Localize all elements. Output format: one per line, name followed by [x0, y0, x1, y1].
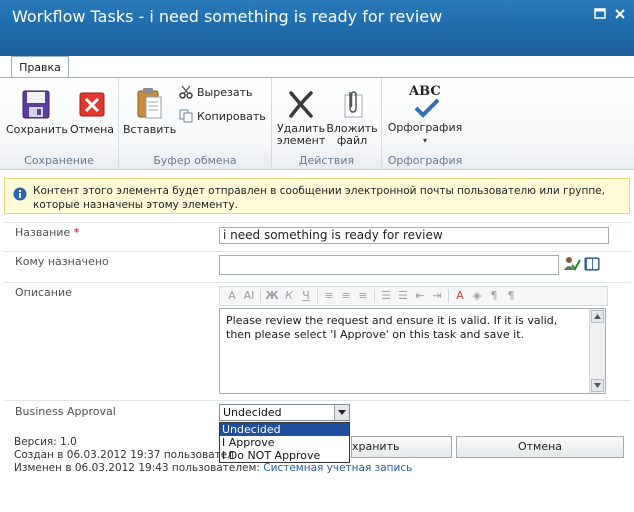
bold-icon[interactable]: Ж — [264, 288, 280, 304]
background-color-icon[interactable]: ◈ — [469, 288, 485, 304]
bulleted-list-icon[interactable]: ☰ — [395, 288, 411, 304]
info-icon — [13, 187, 27, 201]
ribbon: Сохранить Отмена Сохранение Вставить Выр… — [0, 77, 634, 170]
spelling-label: Орфография — [387, 121, 463, 134]
underline-icon[interactable]: Ч — [298, 288, 314, 304]
info-bar: Контент этого элемента будет отправлен в… — [4, 178, 630, 214]
toolbar-separator — [374, 289, 375, 303]
cut-button[interactable]: Вырезать — [179, 85, 252, 99]
save-form-button[interactable]: хранить — [351, 436, 452, 458]
cancel-label: Отмена — [69, 123, 115, 136]
assigned-to-input[interactable] — [219, 255, 559, 275]
save-label: Сохранить — [6, 123, 68, 136]
cancel-form-button[interactable]: Отмена — [456, 436, 624, 458]
scroll-down-icon[interactable] — [591, 379, 604, 392]
dialog-titlebar: Workflow Tasks - i need something is rea… — [0, 0, 634, 56]
description-text: Please review the request and ensure it … — [226, 314, 558, 341]
chevron-down-icon[interactable] — [334, 405, 349, 420]
option-undecided[interactable]: Undecided — [220, 423, 349, 436]
decrease-indent-icon[interactable]: ⇤ — [412, 288, 428, 304]
ribbon-group-label: Действия — [298, 154, 355, 167]
spelling-icon-text: ABC — [409, 84, 441, 99]
copy-label: Копировать — [197, 109, 266, 123]
toolbar-separator — [448, 289, 449, 303]
modified-prefix: Изменен в 06.03.2012 19:43 пользователем… — [14, 462, 264, 474]
modified-user-link[interactable]: Системная учетная запись — [263, 462, 412, 474]
font-size-icon[interactable]: AI — [241, 288, 257, 304]
business-approval-dropdown: Undecided I Approve I Do NOT Approve — [219, 422, 350, 463]
row-divider — [4, 282, 630, 283]
chevron-down-icon: ▾ — [422, 136, 427, 145]
spelling-check-icon: ABC — [408, 84, 442, 118]
italic-icon[interactable]: К — [281, 288, 297, 304]
row-divider — [4, 400, 630, 401]
cancel-x-icon — [79, 92, 105, 117]
title-input[interactable]: i need something is ready for review — [219, 227, 609, 244]
business-approval-select[interactable]: Undecided — [219, 404, 350, 421]
clipboard-icon — [137, 88, 162, 119]
address-book-icon[interactable] — [584, 256, 600, 272]
close-icon[interactable] — [614, 8, 628, 20]
version-text: Версия: 1.0 — [14, 436, 77, 448]
info-text: Контент этого элемента будет отправлен в… — [33, 185, 605, 211]
spelling-button[interactable]: ABC Орфография ▾ — [385, 84, 465, 147]
copy-icon — [179, 109, 193, 123]
attach-label-line2: файл — [336, 134, 368, 147]
ribbon-group-label: Сохранение — [24, 154, 94, 167]
attach-file-button[interactable]: Вложить файл — [326, 89, 378, 147]
option-not-approve[interactable]: I Do NOT Approve — [220, 449, 349, 462]
paperclip-icon — [344, 91, 363, 118]
business-approval-label: Business Approval — [15, 405, 116, 418]
assigned-to-label: Кому назначено — [15, 255, 109, 268]
ltr-icon[interactable]: ¶ — [486, 288, 502, 304]
align-left-icon[interactable]: ≡ — [321, 288, 337, 304]
font-icon[interactable]: A — [224, 288, 240, 304]
title-label-text: Название — [15, 226, 71, 239]
rich-text-toolbar: A AI Ж К Ч ≡ ≡ ≡ ☰ ☰ ⇤ ⇥ A ◈ ¶ ¶ — [219, 286, 608, 306]
title-field-label: Название * — [15, 226, 79, 239]
cancel-button[interactable]: Отмена — [68, 90, 116, 136]
ribbon-group-actions: Удалить элемент Вложить файл Действия — [272, 78, 382, 170]
check-names-icon[interactable] — [563, 256, 581, 272]
maximize-icon[interactable] — [594, 8, 608, 20]
paste-label: Вставить — [123, 123, 177, 136]
rtl-icon[interactable]: ¶ — [503, 288, 519, 304]
text-color-icon[interactable]: A — [452, 288, 468, 304]
paste-button[interactable]: Вставить — [123, 87, 177, 136]
save-form-label: хранить — [352, 440, 400, 453]
description-editor[interactable]: Please review the request and ensure it … — [219, 308, 606, 394]
ribbon-group-clipboard: Вставить Вырезать Копировать Буфер обмен… — [119, 78, 272, 170]
delete-label-line2: элемент — [276, 134, 326, 147]
cut-label: Вырезать — [197, 85, 253, 99]
align-right-icon[interactable]: ≡ — [355, 288, 371, 304]
ribbon-group-label: Буфер обмена — [153, 154, 237, 167]
delete-item-button[interactable]: Удалить элемент — [274, 89, 328, 147]
scissors-icon — [179, 85, 193, 99]
ribbon-group-save: Сохранить Отмена Сохранение — [0, 78, 119, 170]
delete-x-icon — [289, 91, 313, 118]
description-scrollbar[interactable] — [589, 309, 605, 393]
ribbon-group-label: Орфография — [387, 154, 463, 167]
select-value: Undecided — [223, 406, 282, 419]
floppy-disk-icon — [22, 90, 50, 119]
created-text: Создан в 06.03.2012 19:37 пользовател — [14, 449, 234, 461]
toolbar-separator — [317, 289, 318, 303]
required-mark: * — [70, 226, 80, 239]
dialog-title: Workflow Tasks - i need something is rea… — [12, 7, 443, 26]
modified-text: Изменен в 06.03.2012 19:43 пользователем… — [14, 462, 412, 474]
tab-edit[interactable]: Правка — [11, 56, 69, 78]
cancel-form-label: Отмена — [517, 440, 563, 453]
numbered-list-icon[interactable]: ☰ — [378, 288, 394, 304]
row-divider — [4, 222, 630, 223]
save-button[interactable]: Сохранить — [6, 90, 68, 136]
ribbon-group-spelling: ABC Орфография ▾ Орфография — [382, 78, 468, 170]
scroll-up-icon[interactable] — [591, 310, 604, 323]
description-label: Описание — [15, 286, 72, 299]
toolbar-separator — [260, 289, 261, 303]
copy-button[interactable]: Копировать — [179, 109, 266, 123]
increase-indent-icon[interactable]: ⇥ — [429, 288, 445, 304]
row-divider — [4, 251, 630, 252]
option-approve[interactable]: I Approve — [220, 436, 349, 449]
align-center-icon[interactable]: ≡ — [338, 288, 354, 304]
